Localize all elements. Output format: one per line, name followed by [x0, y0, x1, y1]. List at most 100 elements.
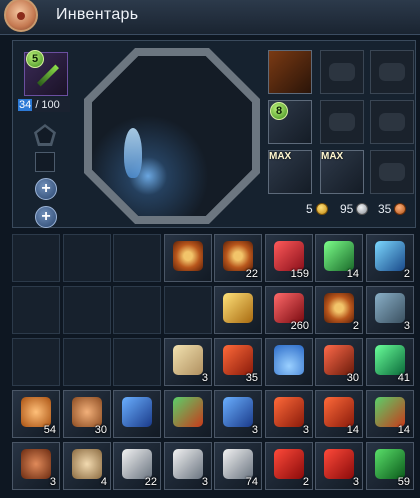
bundle-icon — [375, 293, 405, 323]
talisman-scroll-icon — [223, 241, 253, 271]
inventory-slot-pastry[interactable]: 3 — [164, 338, 212, 386]
inventory-slot-red-ore[interactable]: 260 — [265, 286, 313, 334]
item-count: 3 — [49, 476, 56, 488]
inventory-slot-noodle-bowl[interactable]: 4 — [63, 442, 111, 490]
earring-max-badge: MAX — [269, 151, 292, 162]
inventory-slot-crossed-scroll[interactable] — [164, 390, 212, 438]
inventory-slot-green-envelope[interactable]: 59 — [366, 442, 414, 490]
inventory-slot-green-crystal-shard[interactable]: 14 — [315, 234, 363, 282]
orange-potion-icon — [21, 397, 51, 427]
inventory-slot-talisman-scroll[interactable]: 22 — [214, 234, 262, 282]
face-slot[interactable] — [320, 100, 364, 144]
red-hammer-icon — [324, 345, 354, 375]
bracelet-placeholder-icon — [379, 163, 405, 181]
inventory-slot-gold-ore[interactable] — [214, 286, 262, 334]
add-slot-button-1[interactable]: + — [35, 178, 57, 200]
red-scroll-icon — [324, 397, 354, 427]
bracelet-slot[interactable] — [370, 150, 414, 194]
inventory-slot-blue-powder[interactable] — [265, 338, 313, 386]
item-count: 260 — [290, 320, 309, 332]
inventory-slot-key[interactable]: 22 — [113, 442, 161, 490]
inventory-slot-clay-jar[interactable]: 3 — [12, 442, 60, 490]
item-count: 35 — [245, 372, 258, 384]
blue-crystal-shard-icon — [375, 241, 405, 271]
green-hammer-icon — [375, 345, 405, 375]
inventory-slot-talisman-scroll[interactable]: 2 — [315, 286, 363, 334]
item-count: 14 — [346, 424, 359, 436]
item-count: 54 — [43, 424, 56, 436]
item-count: 14 — [397, 424, 410, 436]
add-slot-button-2[interactable]: + — [35, 206, 57, 228]
inventory-slot-blue-crystal-shard[interactable]: 2 — [366, 234, 414, 282]
character-portrait[interactable] — [92, 56, 252, 216]
inventory-slot-blue-scroll[interactable]: 3 — [214, 390, 262, 438]
ring-max-badge: MAX — [321, 151, 344, 162]
inventory-slot-empty[interactable] — [12, 338, 60, 386]
key-icon — [122, 449, 152, 479]
key-icon — [223, 449, 253, 479]
earring-slot[interactable]: MAX — [268, 150, 312, 194]
inventory-slot-red-crystal-shard[interactable]: 159 — [265, 234, 313, 282]
character-glow — [124, 128, 142, 178]
silver-coin-icon — [356, 203, 369, 215]
inventory-slot-empty[interactable] — [113, 338, 161, 386]
inventory-slot-empty[interactable] — [63, 338, 111, 386]
outfit-slot[interactable] — [268, 50, 312, 94]
ring-slot[interactable]: MAX — [320, 150, 364, 194]
hat-slot[interactable] — [370, 50, 414, 94]
inventory-slot-key[interactable]: 74 — [214, 442, 262, 490]
inventory-slot-red-scroll[interactable]: 14 — [315, 390, 363, 438]
red-scroll-icon — [223, 345, 253, 375]
window-titlebar[interactable]: Инвентарь — [0, 0, 420, 35]
inventory-grid: 22 159 14 2 260 2 3 3 35 30 41 54 30 3 3 14 14 3 4 22 3 74 2 3 5… — [12, 234, 418, 498]
inventory-slot-red-envelope[interactable]: 3 — [315, 442, 363, 490]
inventory-slot-key[interactable]: 3 — [164, 442, 212, 490]
belt-placeholder-icon — [379, 113, 405, 131]
weapon-level-badge: 5 — [26, 50, 44, 68]
item-count: 22 — [245, 268, 258, 280]
green-envelope-icon — [375, 449, 405, 479]
red-envelope-icon — [274, 449, 304, 479]
inventory-slot-crossed-scroll[interactable]: 14 — [366, 390, 414, 438]
copper-coin-icon — [394, 203, 407, 215]
inventory-slot-talisman-scroll[interactable] — [164, 234, 212, 282]
inventory-slot-bundle[interactable]: 3 — [366, 286, 414, 334]
item-count: 30 — [346, 372, 359, 384]
inventory-bag-icon — [4, 0, 38, 32]
window-title: Инвентарь — [56, 6, 139, 23]
inventory-slot-empty[interactable] — [113, 234, 161, 282]
inventory-slot-soup-bowl[interactable]: 30 — [63, 390, 111, 438]
inventory-slot-empty[interactable] — [164, 286, 212, 334]
head-accessory-slot[interactable] — [320, 50, 364, 94]
red-envelope-icon — [324, 449, 354, 479]
red-ore-icon — [274, 293, 304, 323]
sword-icon — [37, 64, 59, 87]
soup-bowl-icon — [72, 397, 102, 427]
inventory-slot-empty[interactable] — [12, 234, 60, 282]
inventory-slot-red-scroll[interactable]: 35 — [214, 338, 262, 386]
mask-placeholder-icon — [329, 113, 355, 131]
inventory-slot-empty[interactable] — [63, 234, 111, 282]
item-count: 22 — [144, 476, 157, 488]
inventory-slot-orange-potion[interactable]: 54 — [12, 390, 60, 438]
gold-amount: 5 — [306, 202, 328, 216]
inventory-slot-red-envelope[interactable]: 2 — [265, 442, 313, 490]
silver-value: 95 — [340, 202, 354, 216]
gold-value: 5 — [306, 202, 313, 216]
item-count: 2 — [403, 268, 410, 280]
inventory-slot-empty[interactable] — [113, 286, 161, 334]
inventory-slot-blue-scroll[interactable] — [113, 390, 161, 438]
inventory-slot-red-scroll[interactable]: 3 — [265, 390, 313, 438]
belt-slot[interactable] — [370, 100, 414, 144]
durability-max: / 100 — [35, 99, 60, 111]
inventory-slot-red-hammer[interactable]: 30 — [315, 338, 363, 386]
blue-scroll-icon — [223, 397, 253, 427]
blue-scroll-icon — [122, 397, 152, 427]
inventory-slot-green-hammer[interactable]: 41 — [366, 338, 414, 386]
item-count: 2 — [302, 476, 309, 488]
item-count: 159 — [290, 268, 309, 280]
clay-jar-icon — [21, 449, 51, 479]
inventory-slot-empty[interactable] — [63, 286, 111, 334]
inventory-slot-empty[interactable] — [12, 286, 60, 334]
pet-slot[interactable] — [35, 152, 55, 172]
